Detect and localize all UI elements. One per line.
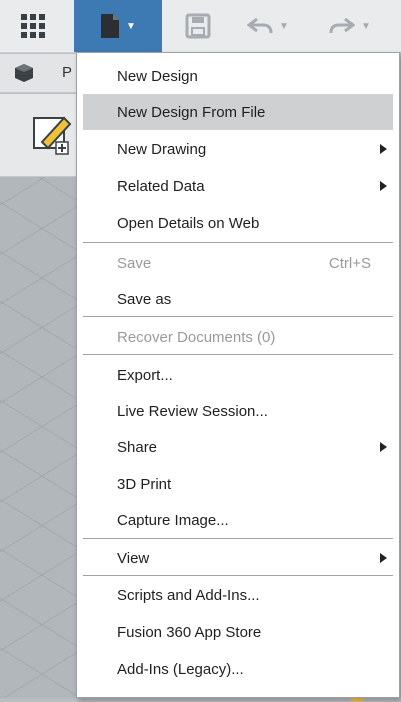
menu-item-label: Add-Ins (Legacy)... [117,660,244,678]
menu-item-label: New Design [117,67,198,85]
menu-item-label: Recover Documents (0) [117,328,276,346]
app-grid-icon [21,14,45,38]
file-menu-button[interactable]: ▼ [74,0,162,52]
floppy-save-icon [185,13,211,39]
menu-item-label: Fusion 360 App Store [117,623,262,641]
file-icon [101,14,120,38]
redo-chevron-icon[interactable]: ▼ [361,21,371,32]
undo-button[interactable]: ▼ [232,0,304,52]
submenu-arrow-icon [380,553,387,563]
menu-separator [83,316,393,317]
menu-item-new-design-from-file[interactable]: New Design From File [83,94,393,130]
menu-item-label: View [117,549,150,567]
chevron-down-icon: ▼ [126,20,136,32]
menu-item-recover-documents[interactable]: Recover Documents (0) [83,319,393,355]
menu-item-label: Share [117,438,158,456]
menu-item-add-ins-legacy[interactable]: Add-Ins (Legacy)... [83,651,393,687]
submenu-arrow-icon [380,442,387,452]
menu-item-label: Scripts and Add-Ins... [117,586,260,604]
menu-item-live-review-session[interactable]: Live Review Session... [83,393,393,429]
browser-label[interactable]: P [62,64,72,81]
menu-separator [83,354,393,355]
menu-item-label: Open Details on Web [117,214,260,232]
undo-arrow-icon [247,17,273,34]
menu-item-3d-print[interactable]: 3D Print [83,466,393,502]
menu-item-related-data[interactable]: Related Data [83,168,393,204]
menu-item-label: Capture Image... [117,511,229,529]
menu-item-label: Save as [117,290,172,308]
menu-separator [83,575,393,576]
redo-arrow-icon [329,17,356,34]
submenu-arrow-icon [380,181,387,191]
menu-item-new-drawing[interactable]: New Drawing [83,131,393,167]
app-grid-button[interactable] [0,0,66,52]
menu-item-new-design[interactable]: New Design [83,58,393,94]
menu-item-label: 3D Print [117,475,172,493]
undo-chevron-icon[interactable]: ▼ [279,21,289,32]
create-sketch-icon[interactable] [30,112,76,156]
menu-separator [83,242,393,243]
redo-button[interactable]: ▼ [310,0,390,52]
menu-item-fusion-360-app-store[interactable]: Fusion 360 App Store [83,614,393,650]
file-dropdown-menu: New Design New Design From File New Draw… [76,52,400,698]
menu-item-shortcut: Ctrl+S [328,254,371,272]
submenu-arrow-icon [380,144,387,154]
menu-item-capture-image[interactable]: Capture Image... [83,502,393,538]
menu-item-label: New Drawing [117,140,207,158]
menu-item-export[interactable]: Export... [83,357,393,393]
menu-separator [83,538,393,539]
menu-item-label: Export... [117,366,173,384]
menu-item-label: New Design From File [117,103,266,121]
toolbar: ▼ ▼ ▼ [0,0,401,53]
save-button[interactable] [168,0,228,52]
menu-item-view[interactable]: View [83,540,393,576]
menu-item-open-details-on-web[interactable]: Open Details on Web [83,205,393,241]
menu-item-scripts-and-add-ins[interactable]: Scripts and Add-Ins... [83,577,393,613]
menu-item-label: Related Data [117,177,205,195]
menu-item-label: Live Review Session... [117,402,268,420]
menu-item-save[interactable]: Save Ctrl+S [83,245,393,281]
menu-item-label: Save [117,254,152,272]
menu-item-save-as[interactable]: Save as [83,281,393,317]
cube-icon [15,64,33,82]
menu-item-share[interactable]: Share [83,429,393,465]
